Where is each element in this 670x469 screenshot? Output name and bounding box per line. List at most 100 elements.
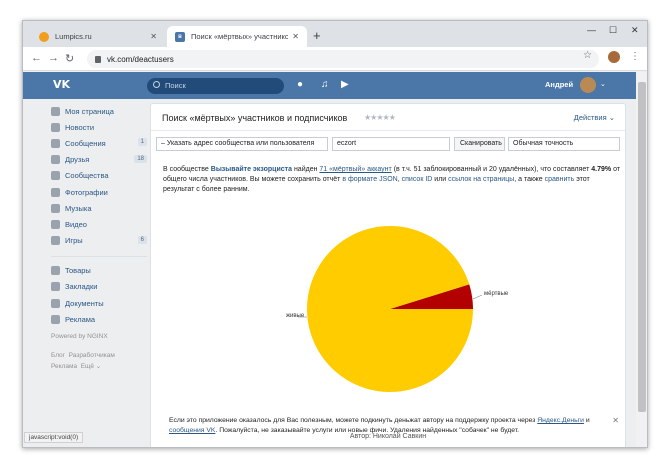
sidebar-item-communities[interactable]: Сообщества xyxy=(51,168,147,184)
source-select[interactable]: – Указать адрес сообщества или пользоват… xyxy=(156,137,328,151)
json-link[interactable]: в формате JSON xyxy=(342,176,397,183)
source-input[interactable]: eczort xyxy=(332,137,450,151)
sidebar-footer-links: Блог Разработчикам Реклама Ещё ⌄ xyxy=(51,350,147,372)
close-tab-icon[interactable]: ✕ xyxy=(150,32,157,41)
browser-menu-icon[interactable]: ⋮ xyxy=(630,51,640,62)
status-bar: javascript:void(0) xyxy=(24,432,84,443)
id-list-link[interactable]: список ID xyxy=(402,176,433,183)
minimize-button[interactable]: — xyxy=(587,25,596,35)
leader-line-dead xyxy=(472,294,483,300)
sidebar-item-bookmarks[interactable]: Закладки xyxy=(51,279,147,295)
powered-by: Powered by NGINX xyxy=(51,333,108,341)
bookmark-star-icon[interactable]: ☆ xyxy=(583,50,592,61)
reload-icon[interactable]: ↻ xyxy=(65,52,74,65)
page-title: Поиск «мёртвых» участников и подписчиков xyxy=(162,113,348,123)
sidebar-item-news[interactable]: Новости xyxy=(51,119,147,135)
sidebar-item-label: Игры xyxy=(65,236,83,246)
music-note-icon[interactable]: ♫ xyxy=(321,79,329,90)
sidebar-divider xyxy=(51,251,147,257)
gamepad-icon xyxy=(51,236,60,246)
sidebar-item-label: Сообщения xyxy=(65,138,106,148)
pie-chart xyxy=(298,225,483,392)
count-badge: 6 xyxy=(137,235,147,244)
result-text: или xyxy=(434,176,447,183)
slice-label-dead: мёртвые xyxy=(484,291,509,297)
accuracy-select[interactable]: Обычная точность xyxy=(508,137,620,151)
result-text: , а также xyxy=(514,176,543,183)
footer-link-ads[interactable]: Реклама xyxy=(51,363,77,370)
pie-slice-alive[interactable] xyxy=(307,225,473,392)
footer-link-dev[interactable]: Разработчикам xyxy=(69,352,115,359)
url-field[interactable]: vk.com/deactusers xyxy=(87,50,599,68)
app-card: Поиск «мёртвых» участников и подписчиков… xyxy=(150,103,626,447)
close-icon[interactable]: ✕ xyxy=(612,416,619,425)
app-header: Поиск «мёртвых» участников и подписчиков… xyxy=(151,104,625,131)
avatar[interactable] xyxy=(580,77,596,93)
vk-header: VK Поиск ● ♫ ▶ Андрей ⌄ xyxy=(23,72,647,99)
sidebar-item-my-page[interactable]: Моя страница xyxy=(51,103,147,119)
sidebar-item-music[interactable]: Музыка xyxy=(51,200,147,216)
sidebar-item-label: Фотографии xyxy=(65,187,108,197)
app-author: Автор: Николай Савкин xyxy=(349,433,427,440)
group-icon xyxy=(51,171,60,181)
play-icon[interactable]: ▶ xyxy=(341,79,349,90)
sidebar-item-friends[interactable]: Друзья 18 xyxy=(51,152,147,168)
footer-link-more[interactable]: Ещё ⌄ xyxy=(81,363,102,370)
actions-menu[interactable]: Действия ⌄ xyxy=(574,113,615,122)
compare-link[interactable]: сравнить xyxy=(545,176,575,183)
sidebar-item-label: Видео xyxy=(65,219,87,229)
dead-accounts-link[interactable]: 71 «мёртвый» аккаунт xyxy=(319,166,391,173)
dead-percent: 4.79% xyxy=(591,166,612,173)
music-icon xyxy=(51,203,60,213)
sidebar-item-messages[interactable]: Сообщения 1 xyxy=(51,135,147,151)
sidebar-item-photos[interactable]: Фотографии xyxy=(51,184,147,200)
star-icon xyxy=(51,282,60,292)
url-text: vk.com/deactusers xyxy=(107,54,174,64)
address-bar: ← → ↻ vk.com/deactusers xyxy=(23,47,647,71)
new-tab-button[interactable]: + xyxy=(313,28,321,43)
scan-button[interactable]: Сканировать xyxy=(454,137,505,151)
forward-arrow-icon[interactable]: → xyxy=(48,52,59,64)
tab-title: Поиск «мёртвых» участников и xyxy=(191,32,288,41)
close-tab-icon[interactable]: ✕ xyxy=(292,32,299,41)
sidebar-item-video[interactable]: Видео xyxy=(51,216,147,232)
camera-icon xyxy=(51,187,60,197)
page-links-link[interactable]: ссылок на страницы xyxy=(448,176,514,183)
footer-link-blog[interactable]: Блог xyxy=(51,352,65,359)
user-name[interactable]: Андрей xyxy=(545,80,573,89)
sidebar-item-label: Закладки xyxy=(65,282,98,292)
chevron-down-icon[interactable]: ⌄ xyxy=(600,80,606,88)
lock-icon xyxy=(95,55,101,63)
friends-icon xyxy=(51,155,60,165)
result-text: (в т.ч. 51 заблокированный и 20 удалённы… xyxy=(393,166,590,173)
vk-logo[interactable]: VK xyxy=(53,78,75,93)
group-link[interactable]: Вызывайте экзорциста xyxy=(211,166,292,173)
megaphone-icon xyxy=(51,314,60,324)
lumpics-favicon-icon xyxy=(39,31,49,42)
profile-avatar-icon[interactable] xyxy=(608,51,620,63)
sidebar-item-label: Документы xyxy=(65,298,104,308)
scrollbar-thumb[interactable] xyxy=(638,82,646,412)
tab-title: Lumpics.ru xyxy=(55,32,92,41)
bell-icon[interactable]: ● xyxy=(297,79,303,90)
notice-text: и xyxy=(585,417,590,424)
sidebar-item-ads[interactable]: Реклама xyxy=(51,311,147,327)
sidebar-item-documents[interactable]: Документы xyxy=(51,295,147,311)
sidebar-item-label: Реклама xyxy=(65,314,96,324)
rating-stars[interactable]: ★★★★★ xyxy=(364,113,396,122)
sidebar-item-label: Друзья xyxy=(65,155,90,165)
vk-favicon-icon: в xyxy=(175,31,185,42)
search-placeholder: Поиск xyxy=(165,81,186,90)
tab-lumpics[interactable]: Lumpics.ru ✕ xyxy=(31,26,165,47)
sidebar-item-label: Новости xyxy=(65,122,95,132)
news-icon xyxy=(51,122,60,132)
back-arrow-icon[interactable]: ← xyxy=(31,52,42,64)
page-scrollbar[interactable] xyxy=(636,72,647,447)
yandex-money-link[interactable]: Яндекс.Деньги xyxy=(537,417,584,424)
sidebar-item-goods[interactable]: Товары xyxy=(51,263,147,279)
sidebar-item-games[interactable]: Игры 6 xyxy=(51,233,147,249)
tab-deactusers[interactable]: в Поиск «мёртвых» участников и ✕ xyxy=(167,26,307,47)
maximize-button[interactable]: ☐ xyxy=(609,25,617,36)
close-window-button[interactable]: ✕ xyxy=(631,25,639,36)
vk-search-input[interactable]: Поиск xyxy=(147,78,284,94)
